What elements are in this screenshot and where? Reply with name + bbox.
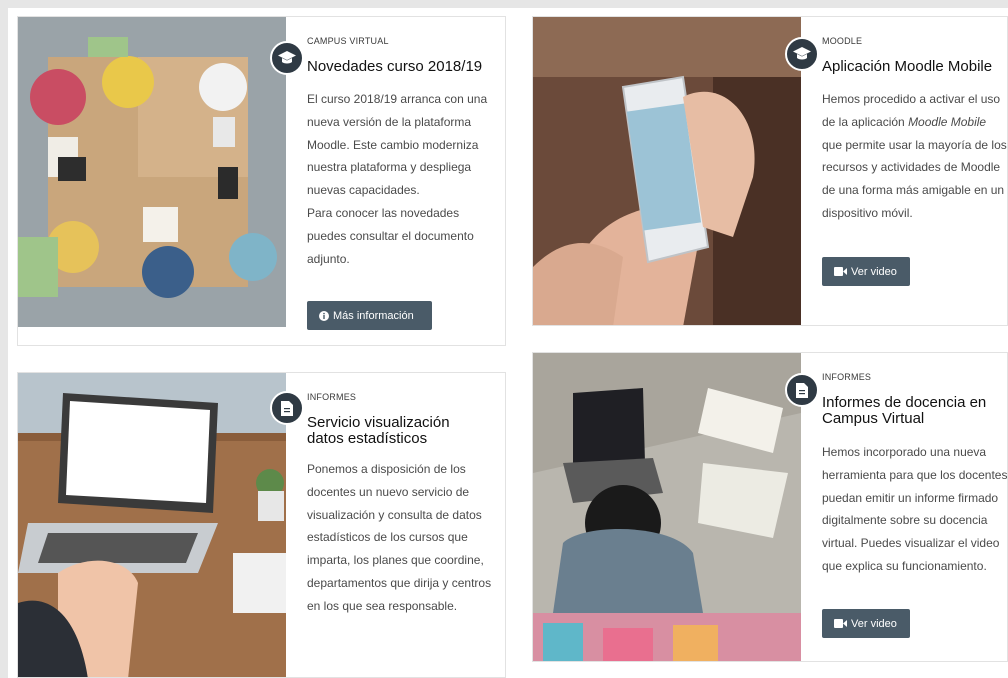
graduation-cap-icon	[785, 37, 819, 71]
news-card-estadisticas: INFORMES Servicio visualización datos es…	[17, 372, 506, 678]
card-title[interactable]: Servicio visualización datos estadístico…	[307, 415, 450, 447]
button-label: Ver video	[851, 617, 897, 630]
card-category: INFORMES	[822, 372, 872, 382]
graduation-cap-icon	[270, 41, 304, 75]
card-description: Hemos procedido a activar el uso de la a…	[822, 88, 1007, 225]
button-label: Más información	[333, 309, 414, 322]
info-circle-icon	[319, 310, 329, 321]
card-description: Hemos incorporado una nueva herramienta …	[822, 445, 1008, 573]
document-icon	[785, 373, 819, 407]
more-info-button[interactable]: Más información	[307, 301, 432, 330]
card-description: El curso 2018/19 arranca con una nueva v…	[307, 88, 495, 270]
card-image-phone[interactable]	[533, 17, 801, 325]
card-image-laptop[interactable]	[18, 373, 286, 677]
card-paragraph: El curso 2018/19 arranca con una nueva v…	[307, 92, 488, 198]
card-title[interactable]: Informes de docencia en Campus Virtual	[822, 395, 986, 427]
card-title-line: Servicio visualización	[307, 414, 450, 431]
watch-video-button[interactable]: Ver video	[822, 609, 910, 638]
card-paragraph: Para conocer las novedades puedes consul…	[307, 205, 474, 266]
card-text-app-name: Moodle Mobile	[908, 114, 987, 129]
card-title-line: Informes de docencia en	[822, 394, 987, 411]
card-text-after: que permite usar la mayoría de los recur…	[822, 137, 1007, 220]
card-title[interactable]: Aplicación Moodle Mobile	[822, 59, 992, 75]
video-camera-icon	[834, 619, 847, 628]
news-card-moodle-mobile: MOODLE Aplicación Moodle Mobile Hemos pr…	[532, 16, 1008, 326]
news-card-informes-docencia: INFORMES Informes de docencia en Campus …	[532, 352, 1008, 662]
card-title-line: Campus Virtual	[822, 410, 925, 427]
card-image-student-laptop[interactable]	[533, 353, 801, 661]
card-description: Ponemos a disposición de los docentes un…	[307, 462, 492, 613]
button-label: Ver video	[851, 265, 897, 278]
video-camera-icon	[834, 267, 847, 276]
card-category: CAMPUS VIRTUAL	[307, 36, 389, 46]
card-image-classroom[interactable]	[18, 17, 286, 327]
news-card-novedades: CAMPUS VIRTUAL Novedades curso 2018/19 E…	[17, 16, 506, 346]
card-category: MOODLE	[822, 36, 863, 46]
watch-video-button[interactable]: Ver video	[822, 257, 910, 286]
document-icon	[270, 391, 304, 425]
card-category: INFORMES	[307, 392, 357, 402]
card-title[interactable]: Novedades curso 2018/19	[307, 59, 482, 75]
card-title-line: datos estadísticos	[307, 430, 428, 447]
